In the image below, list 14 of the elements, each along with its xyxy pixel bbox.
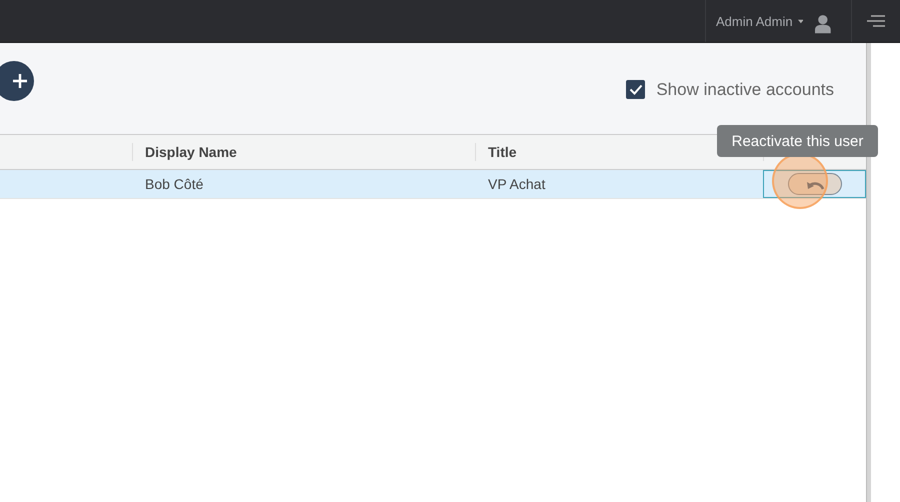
table-cell-text: VP Achat [487,175,546,194]
checkbox-label[interactable]: Show inactive accounts [656,80,834,100]
menu-icon [867,15,885,27]
caret-icon [798,18,804,24]
table-cell-text: Bob Côté [144,175,204,194]
user-menu[interactable]: Admin Admin [705,0,852,42]
tooltip: Reactivate this user [717,125,878,157]
plus-icon [13,74,27,88]
table-row[interactable]: Bob Côté VP Achat [0,170,866,199]
scrollbar[interactable] [866,43,871,502]
reactivate-button[interactable] [788,173,842,195]
checkbox[interactable] [626,80,646,99]
column-header[interactable]: Display Name [132,143,475,161]
add-button[interactable] [0,61,34,101]
